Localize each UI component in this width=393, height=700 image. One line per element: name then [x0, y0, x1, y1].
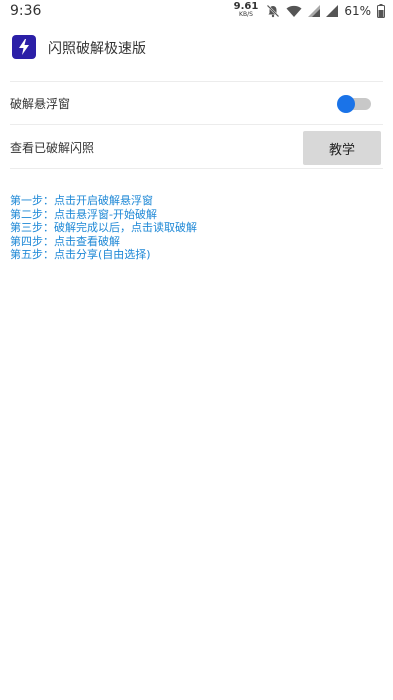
network-speed: 9.61 KB/S — [233, 1, 259, 19]
step-item: 第二步：点击悬浮窗-开始破解 — [10, 207, 157, 221]
wifi-icon — [286, 5, 302, 18]
step-item: 第四步：点击查看破解 — [10, 234, 120, 248]
step-item: 第五步：点击分享(自由选择) — [10, 248, 151, 261]
view-cracked-label[interactable]: 查看已破解闪照 — [10, 139, 94, 156]
float-window-row: 破解悬浮窗 — [0, 83, 393, 123]
app-header: 闪照破解极速版 — [0, 33, 393, 63]
lightning-icon — [12, 35, 36, 59]
tutorial-button[interactable]: 教学 — [303, 131, 381, 165]
step-item: 第一步：点击开启破解悬浮窗 — [10, 194, 153, 207]
float-window-toggle[interactable] — [337, 95, 373, 113]
toggle-thumb — [337, 95, 355, 113]
battery-icon — [377, 4, 385, 18]
float-window-label: 破解悬浮窗 — [10, 97, 71, 111]
status-icons: 9.61 KB/S 61% — [233, 1, 385, 19]
network-speed-unit: KB/S — [239, 11, 253, 18]
signal-icon — [326, 5, 339, 17]
step-item: 第三步：破解完成以后，点击读取破解 — [10, 221, 197, 234]
divider — [10, 124, 383, 125]
status-time: 9:36 — [10, 3, 42, 19]
network-speed-value: 9.61 — [233, 1, 259, 12]
signal-icon — [308, 5, 321, 17]
divider — [10, 81, 383, 82]
status-bar: 9:36 9.61 KB/S 61% — [0, 0, 393, 24]
divider — [10, 168, 383, 169]
app-title: 闪照破解极速版 — [48, 41, 146, 57]
steps-list: 第一步：点击开启破解悬浮窗 第二步：点击悬浮窗-开始破解 第三步：破解完成以后，… — [10, 194, 197, 262]
mute-icon — [266, 4, 280, 18]
view-cracked-row: 查看已破解闪照 教学 — [0, 127, 393, 167]
battery-percent: 61% — [344, 4, 371, 18]
